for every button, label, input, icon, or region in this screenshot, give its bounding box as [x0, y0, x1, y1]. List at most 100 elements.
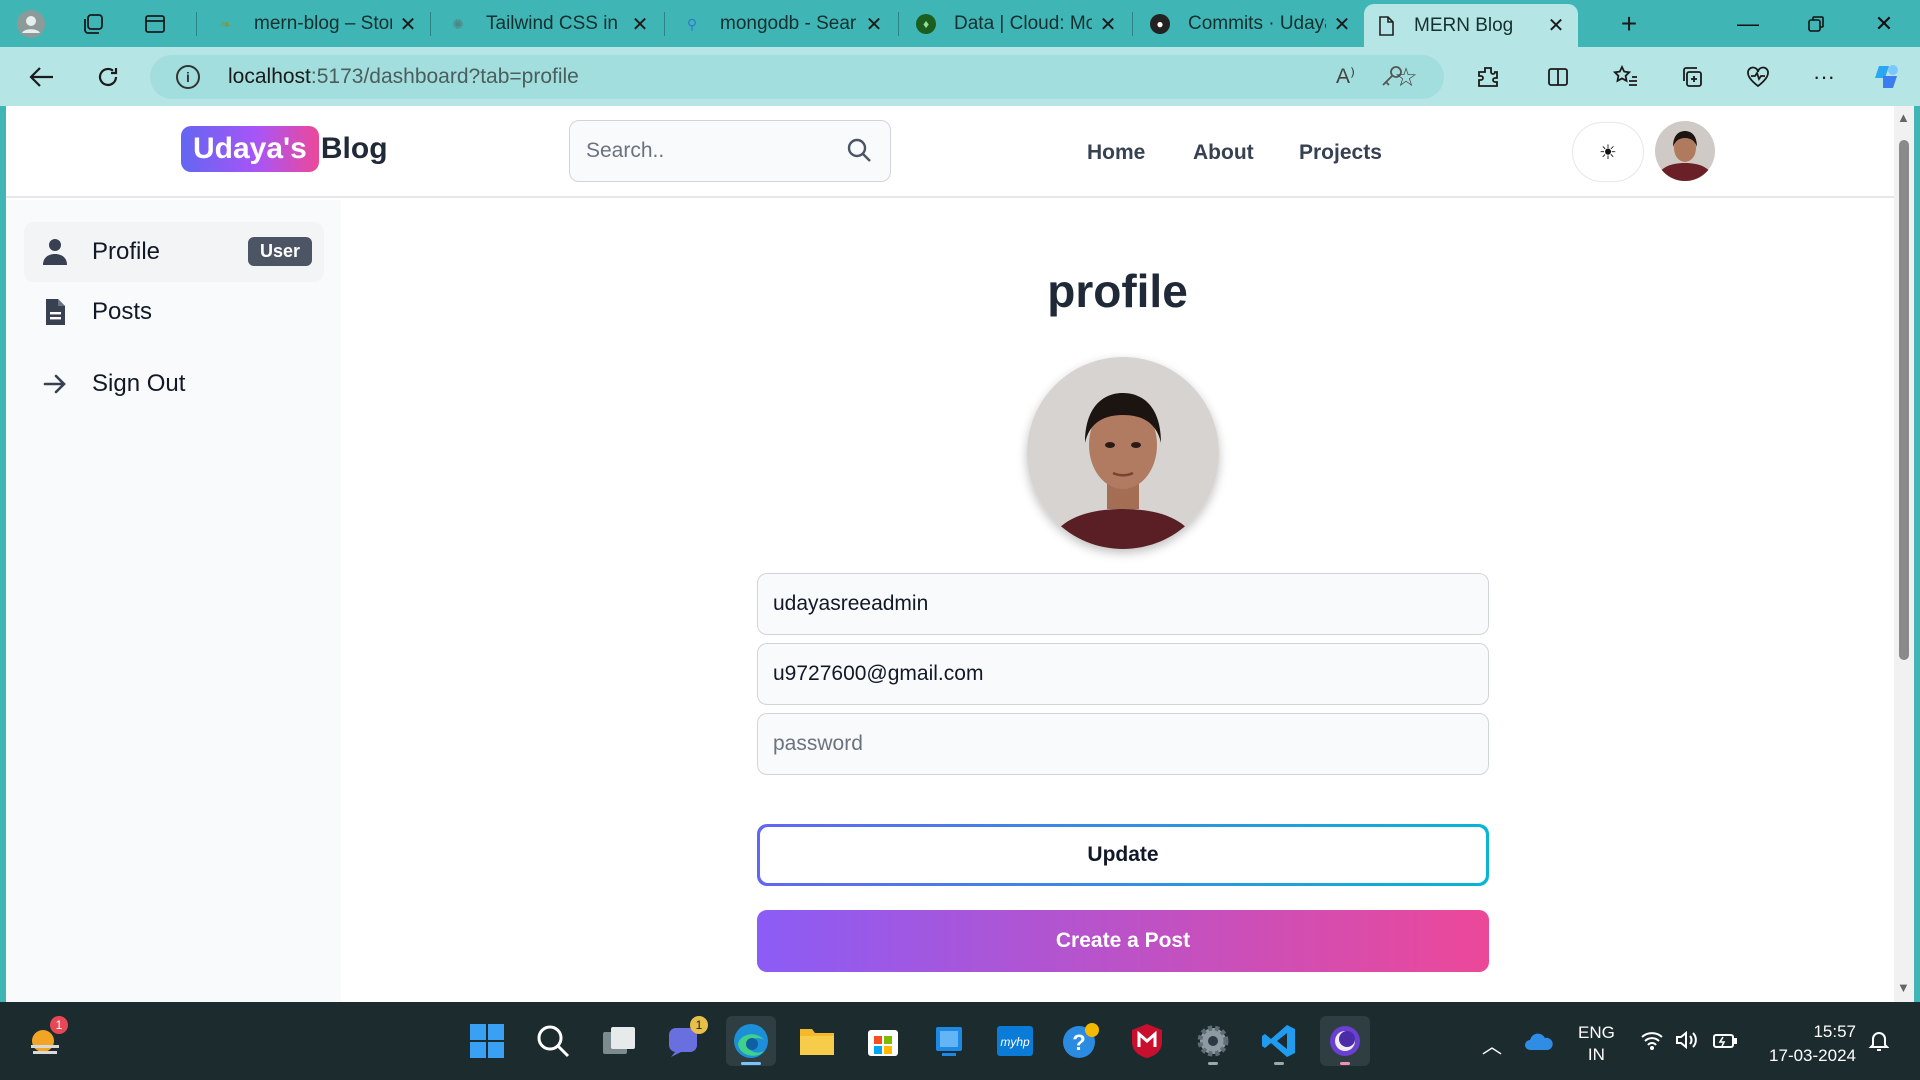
url-host: localhost [228, 65, 311, 88]
restore-icon[interactable] [1796, 8, 1836, 40]
tab-separator [664, 12, 665, 36]
clock[interactable]: 15:57 17-03-2024 [1762, 1020, 1856, 1068]
sidebar-item-sign-out[interactable]: Sign Out [24, 354, 324, 414]
language-indicator[interactable]: ENG IN [1578, 1022, 1615, 1066]
scrollbar-thumb[interactable] [1899, 140, 1909, 660]
minimize-icon[interactable]: — [1728, 8, 1768, 40]
site-info-icon[interactable]: i [176, 65, 200, 89]
site-logo[interactable]: Udaya's Blog [181, 126, 388, 172]
vscode-icon[interactable] [1254, 1016, 1304, 1066]
email-input[interactable] [773, 662, 1488, 686]
search-icon[interactable] [846, 137, 872, 163]
site-header: Udaya's Blog Home About Projects ☀ [6, 106, 1894, 198]
star-icon[interactable]: ☆ [1388, 59, 1424, 95]
profile-picture[interactable] [1027, 357, 1219, 549]
scroll-up-icon[interactable]: ▲ [1897, 110, 1910, 125]
sidebar-item-posts[interactable]: Posts [24, 282, 324, 342]
clock-time: 15:57 [1813, 1022, 1856, 1041]
chevron-up-icon[interactable]: ︿ [1482, 1030, 1502, 1059]
tab-actions-icon[interactable] [138, 7, 172, 41]
tab-separator [1132, 12, 1133, 36]
start-icon[interactable] [462, 1016, 512, 1066]
running-indicator [1208, 1062, 1218, 1065]
tab-github-commits[interactable]: ● Commits · Udaya ✕ [1138, 6, 1364, 42]
user-avatar[interactable] [1655, 121, 1715, 181]
collections-icon[interactable] [1674, 59, 1710, 95]
github-icon: ● [1150, 14, 1170, 34]
copilot-icon[interactable] [1868, 59, 1904, 95]
more-options-icon[interactable]: ··· [1806, 59, 1842, 95]
svg-text:?: ? [1072, 1030, 1085, 1055]
tab-separator [898, 12, 899, 36]
close-icon[interactable]: ✕ [398, 12, 418, 37]
update-button-label: Update [760, 827, 1486, 883]
windows-taskbar: 1 1 myhp ? ︿ ENG IN 15:57 17-03-2024 [0, 1002, 1920, 1080]
svg-text:myhp: myhp [1000, 1035, 1030, 1049]
scroll-down-icon[interactable]: ▼ [1897, 980, 1910, 995]
tab-mongodb-cloud[interactable]: ♦ Data | Cloud: Mo ✕ [904, 6, 1130, 42]
wifi-icon[interactable] [1640, 1030, 1664, 1055]
notification-bell-icon[interactable] [1868, 1030, 1890, 1057]
tab-title: Data | Cloud: Mo [954, 13, 1092, 34]
nav-projects[interactable]: Projects [1299, 141, 1382, 165]
page-scrollbar[interactable]: ▲ ▼ [1894, 106, 1914, 1002]
create-post-button[interactable]: Create a Post [757, 910, 1489, 972]
close-icon[interactable]: ✕ [1546, 13, 1566, 38]
tab-separator [196, 12, 197, 36]
update-button[interactable]: Update [757, 824, 1489, 886]
search-input[interactable] [586, 139, 826, 163]
teams-chat-icon[interactable]: 1 [660, 1016, 710, 1066]
username-field [757, 573, 1489, 635]
back-icon[interactable] [24, 59, 60, 95]
extensions-icon[interactable] [1470, 59, 1506, 95]
theme-toggle-button[interactable]: ☀ [1572, 122, 1644, 182]
close-icon[interactable]: ✕ [1098, 12, 1118, 37]
settings-gear-icon[interactable] [1188, 1016, 1238, 1066]
tab-separator [430, 12, 431, 36]
tab-tailwind[interactable]: ✺ Tailwind CSS in N ✕ [436, 6, 662, 42]
close-icon[interactable]: ✕ [630, 12, 650, 37]
mcafee-icon[interactable] [1122, 1016, 1172, 1066]
profile-panel: profile Update Create a Post [341, 200, 1894, 1002]
sidebar-item-profile[interactable]: Profile User [24, 222, 324, 282]
new-tab-icon[interactable]: + [1612, 7, 1646, 41]
nav-home[interactable]: Home [1087, 141, 1145, 165]
profile-icon[interactable] [14, 7, 48, 41]
window-close-icon[interactable]: ✕ [1864, 8, 1904, 40]
close-icon[interactable]: ✕ [864, 12, 884, 37]
close-icon[interactable]: ✕ [1332, 12, 1352, 37]
edge-icon[interactable] [726, 1016, 776, 1066]
running-indicator [1340, 1062, 1350, 1065]
desktop-app-icon[interactable] [924, 1016, 974, 1066]
battery-icon[interactable] [1712, 1032, 1738, 1055]
onedrive-icon[interactable] [1524, 1032, 1554, 1057]
help-icon[interactable]: ? [1056, 1016, 1106, 1066]
username-input[interactable] [773, 592, 1488, 616]
performance-icon[interactable] [1740, 59, 1776, 95]
weather-widget-icon[interactable]: 1 [22, 1016, 72, 1066]
tab-mern-blog-store[interactable]: ❧ mern-blog – Stor ✕ [204, 6, 430, 42]
favorites-icon[interactable] [1608, 59, 1644, 95]
file-explorer-icon[interactable] [792, 1016, 842, 1066]
split-screen-icon[interactable] [1540, 59, 1576, 95]
tab-mongodb-search[interactable]: ⚲ mongodb - Sear ✕ [670, 6, 896, 42]
tab-mern-blog[interactable]: MERN Blog ✕ [1364, 4, 1578, 47]
task-view-icon[interactable] [594, 1016, 644, 1066]
document-icon [40, 297, 70, 327]
myhp-icon[interactable]: myhp [990, 1016, 1040, 1066]
tab-title: mongodb - Sear [720, 13, 857, 34]
browser-app-icon[interactable] [1320, 1016, 1370, 1066]
url-text[interactable]: localhost:5173/dashboard?tab=profile [228, 65, 579, 89]
search-icon[interactable] [528, 1016, 578, 1066]
read-aloud-icon[interactable]: A⁾ [1336, 64, 1355, 89]
microsoft-store-icon[interactable] [858, 1016, 908, 1066]
running-indicator [1274, 1062, 1284, 1065]
volume-icon[interactable] [1674, 1030, 1698, 1055]
clock-date: 17-03-2024 [1769, 1046, 1856, 1065]
nav-about[interactable]: About [1193, 141, 1254, 165]
workspaces-icon[interactable] [76, 7, 110, 41]
password-field [757, 713, 1489, 775]
address-bar[interactable]: i localhost:5173/dashboard?tab=profile A… [150, 55, 1444, 99]
password-input[interactable] [773, 732, 1488, 756]
refresh-icon[interactable] [90, 59, 126, 95]
